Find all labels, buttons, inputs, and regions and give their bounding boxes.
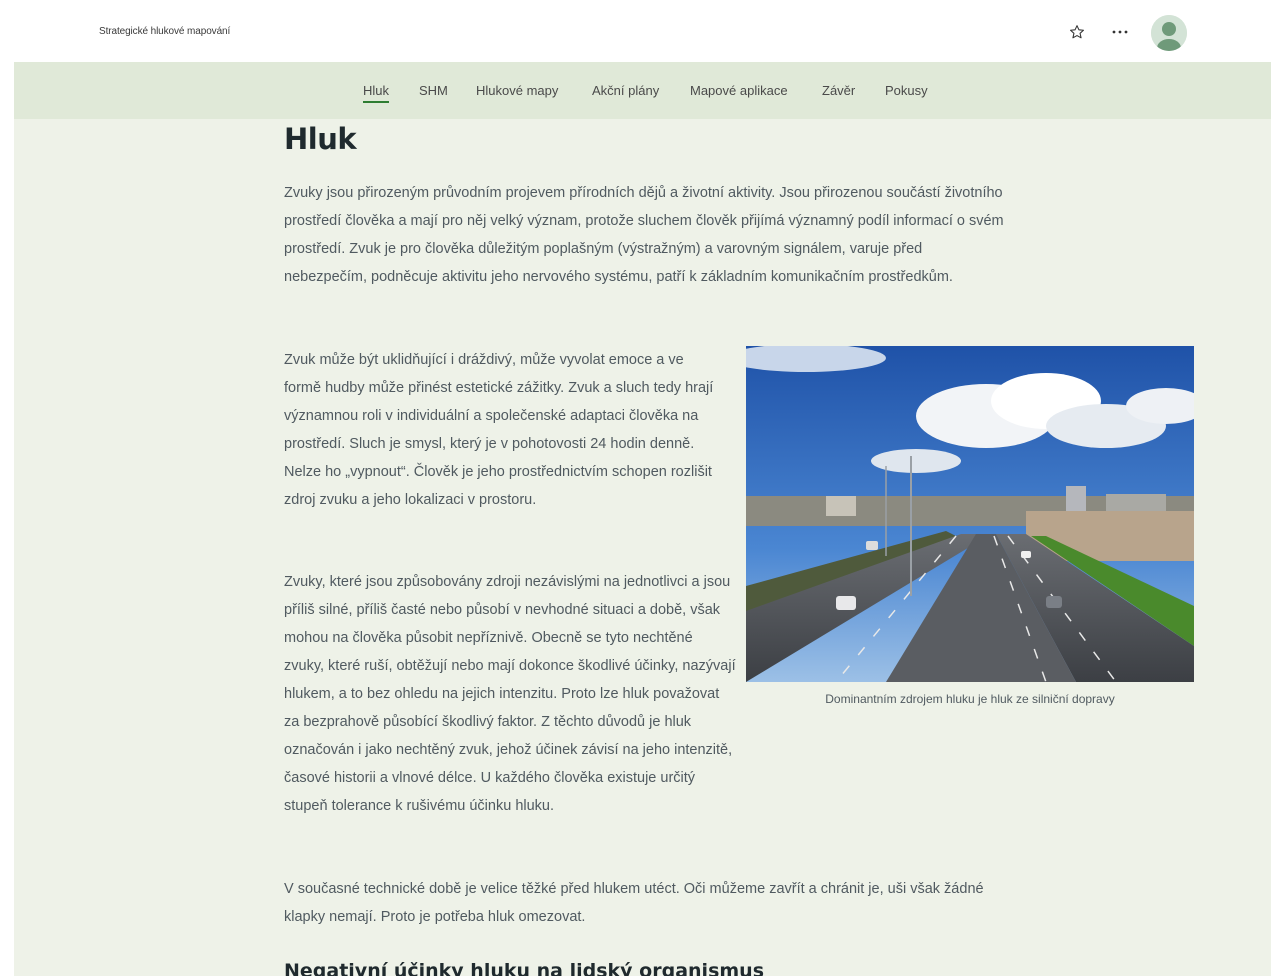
more-options-icon[interactable] [1108, 21, 1132, 43]
avatar-silhouette [1151, 15, 1187, 51]
paragraph-intro: Zvuky jsou přirozeným průvodním projevem… [284, 185, 1004, 285]
page-content-area: Hluk SHM Hlukové mapy Akční plány Mapové… [14, 62, 1271, 976]
nav-item-akcni-plany[interactable]: Akční plány [592, 83, 659, 98]
paragraph-sound-effects: Zvuk může být uklidňující i dráždivý, mů… [284, 352, 714, 508]
main-navigation: Hluk SHM Hlukové mapy Akční plány Mapové… [14, 62, 1271, 119]
paragraph-conclusion: V současné technické době je velice těžk… [284, 881, 984, 925]
paragraph-noise-definition-text: Zvuky, které jsou způsobovány zdroji nez… [284, 574, 736, 814]
page-header: Hluk [284, 122, 1004, 156]
float-spacer [736, 568, 984, 792]
star-icon-svg [1070, 25, 1084, 39]
site-title[interactable]: Strategické hlukové mapování [99, 26, 230, 37]
paragraph-noise-definition: Zvuky, které jsou způsobovány zdroji nez… [284, 568, 984, 820]
nav-item-mapove-aplikace[interactable]: Mapové aplikace [690, 83, 788, 98]
nav-item-hluk[interactable]: Hluk [363, 83, 390, 103]
user-avatar-icon[interactable] [1151, 15, 1187, 51]
subheading-negative-effects: Negativní účinky hluku na lidský organis… [284, 960, 765, 976]
star-icon[interactable] [1066, 21, 1088, 43]
nav-item-shm[interactable]: SHM [419, 83, 448, 98]
page-title: Hluk [284, 122, 357, 156]
top-bar: Strategické hlukové mapování [0, 0, 1271, 62]
nav-item-zaver[interactable]: Závěr [822, 83, 855, 98]
nav-item-pokusy[interactable]: Pokusy [885, 83, 928, 98]
ellipsis-icon [1112, 30, 1128, 34]
nav-item-hlukove-mapy[interactable]: Hlukové mapy [476, 83, 558, 98]
